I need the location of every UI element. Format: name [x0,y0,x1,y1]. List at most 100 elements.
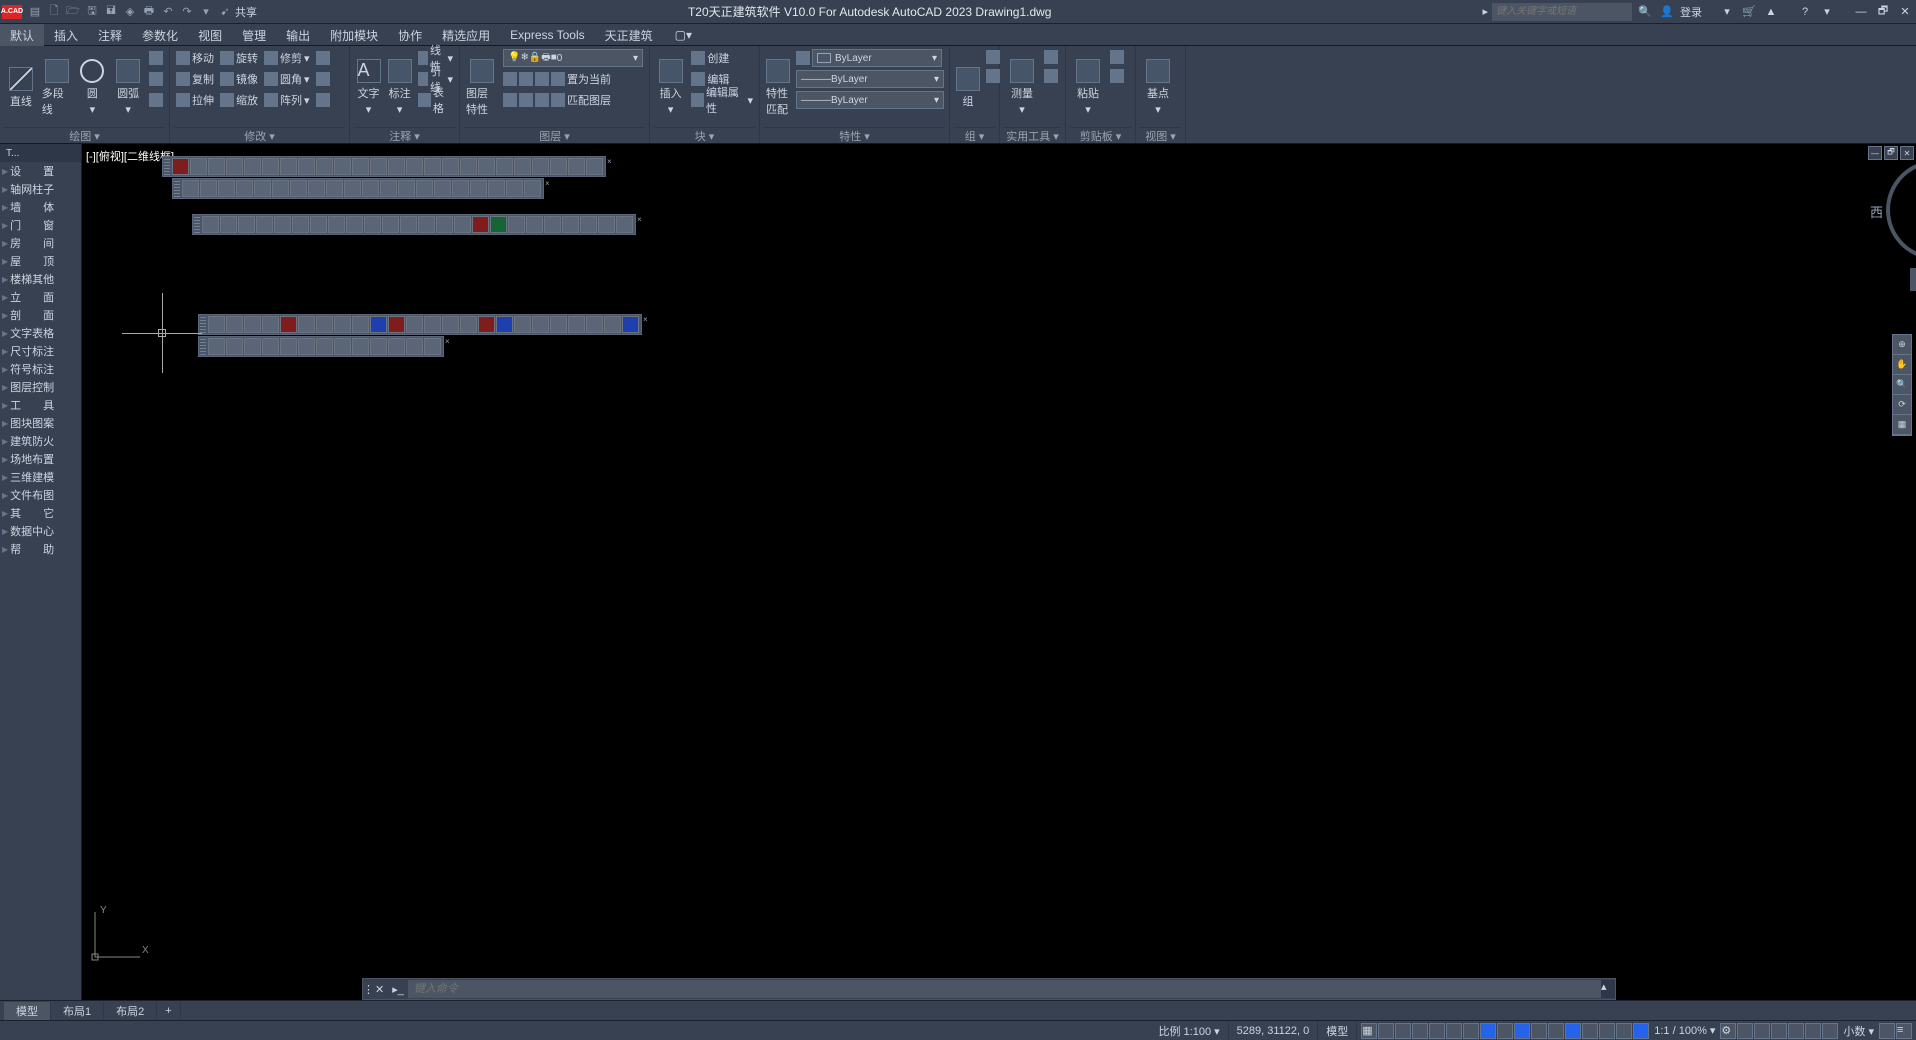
sb-iso2-icon[interactable] [1771,1023,1787,1039]
create-block-button[interactable]: 创建 [689,48,755,68]
login-button[interactable]: 登录 [1680,4,1702,20]
base-button[interactable]: 基点▾ [1140,48,1176,127]
sp-tools[interactable]: ▶工 具 [0,396,81,414]
status-dec[interactable]: 小数 ▾ [1839,1023,1878,1039]
sb-clean-icon[interactable] [1879,1023,1895,1039]
sb-qp-icon[interactable] [1805,1023,1821,1039]
close-icon[interactable]: ✕ [1896,3,1914,21]
sp-door[interactable]: ▶门 窗 [0,216,81,234]
nav-pan-icon[interactable]: ✋ [1893,355,1911,375]
autodesk-icon[interactable]: ▲ [1762,3,1780,21]
cart-icon[interactable]: 🛒 [1740,3,1758,21]
sp-grid[interactable]: ▶轴网柱子 [0,180,81,198]
insert-block-button[interactable]: 插入▾ [654,48,687,127]
table-button[interactable]: 表格 [416,90,455,110]
sp-section[interactable]: ▶剖 面 [0,306,81,324]
cmd-close-icon[interactable]: ✕ [371,983,388,996]
layer-btn-7[interactable] [535,93,549,107]
vp-close-icon[interactable]: ✕ [1900,146,1914,160]
user-icon[interactable]: 👤 [1658,3,1676,21]
qat-dropdown-icon[interactable]: ▾ [197,3,215,21]
tab-annotate[interactable]: 注释 [88,24,132,46]
arc-button[interactable]: 圆弧▾ [111,48,145,127]
share-label[interactable]: 共享 [235,4,257,20]
panel-modify-title[interactable]: 修改 ▾ [174,127,345,143]
qat-saveas-icon[interactable]: 🖬 [102,3,120,21]
fillet-button[interactable]: 圆角▾ [262,69,312,89]
qat-undo-icon[interactable]: ↶ [159,3,177,21]
sb-gizmo-icon[interactable] [1616,1023,1632,1039]
help-dd-icon[interactable]: ▾ [1818,3,1836,21]
text-button[interactable]: A文字▾ [354,48,383,127]
group-extra2[interactable] [986,69,1000,83]
qat-plot-icon[interactable]: 🖶 [140,3,158,21]
minimize-icon[interactable]: — [1852,3,1870,21]
sb-grid-icon[interactable]: ▦ [1361,1023,1377,1039]
restore-icon[interactable]: 🗗 [1874,3,1892,21]
trim-button[interactable]: 修剪▾ [262,48,312,68]
nav-orbit-icon[interactable]: ⟳ [1893,395,1911,415]
qat-new-icon[interactable]: 🗋 [45,3,63,21]
nav-wheel-icon[interactable]: ⊕ [1893,335,1911,355]
sb-lwt-icon[interactable] [1531,1023,1547,1039]
sb-ortho-icon[interactable] [1429,1023,1445,1039]
ribbon-collapse-icon[interactable]: ▢▾ [669,24,698,46]
sb-ducs-icon[interactable] [1582,1023,1598,1039]
mod-extra3[interactable] [314,90,332,110]
status-scale[interactable]: 比例 1:100 ▾ [1150,1021,1228,1040]
sb-snap-icon[interactable] [1378,1023,1394,1039]
sb-3dosnap-icon[interactable] [1497,1023,1513,1039]
vp-minimize-icon[interactable]: — [1868,146,1882,160]
sp-site[interactable]: ▶场地布置 [0,450,81,468]
layer-props-button[interactable]: 图层特性 [464,48,499,127]
cut-icon[interactable] [1110,50,1124,64]
line-button[interactable]: 直线 [4,48,38,127]
panel-props-title[interactable]: 特性 ▾ [764,127,945,143]
sp-room[interactable]: ▶房 间 [0,234,81,252]
panel-draw-title[interactable]: 绘图 ▾ [4,127,165,143]
dim-button[interactable]: 标注▾ [385,48,414,127]
lineweight-dropdown[interactable]: ——— ByLayer▾ [796,70,944,88]
viewport-label[interactable]: [-][俯视][二维线框] [86,148,174,164]
command-line[interactable]: ⋮ ✕ ▸_ ▴ [362,978,1616,1000]
set-current-button[interactable]: 置为当前 [567,71,611,87]
sp-help[interactable]: ▶帮 助 [0,540,81,558]
sp-settings[interactable]: ▶设 置 [0,162,81,180]
layer-btn-2[interactable] [519,72,533,86]
floating-toolbar-3[interactable]: × [192,214,636,235]
sp-roof[interactable]: ▶屋 顶 [0,252,81,270]
vp-restore-icon[interactable]: 🗗 [1884,146,1898,160]
drawing-viewport[interactable]: [-][俯视][二维线框] — 🗗 ✕ × × × × [82,144,1916,1000]
sp-dim[interactable]: ▶尺寸标注 [0,342,81,360]
command-input[interactable] [408,980,1601,998]
panel-annot-title[interactable]: 注释 ▾ [354,127,455,143]
sb-units-icon[interactable] [1788,1023,1804,1039]
layer-btn-3[interactable] [535,72,549,86]
sp-text[interactable]: ▶文字表格 [0,324,81,342]
util-extra2[interactable] [1044,69,1058,83]
help-icon[interactable]: ? [1796,3,1814,21]
sp-3d[interactable]: ▶三维建模 [0,468,81,486]
sb-annoscale-icon[interactable] [1633,1023,1649,1039]
layer-dropdown[interactable]: 💡❄🔒🖶■ 0▾ [503,49,643,67]
sp-wall[interactable]: ▶墙 体 [0,198,81,216]
sp-other[interactable]: ▶其 它 [0,504,81,522]
linetype-dropdown[interactable]: ——— ByLayer▾ [796,91,944,109]
sb-selfilter-icon[interactable] [1599,1023,1615,1039]
sp-layer[interactable]: ▶图层控制 [0,378,81,396]
qat-web-icon[interactable]: ◈ [121,3,139,21]
floating-toolbar-4[interactable]: × [198,314,642,335]
match-props-button[interactable]: 特性匹配 [764,48,792,127]
move-button[interactable]: 移动 [174,48,216,68]
tab-express[interactable]: Express Tools [500,24,594,46]
search-toggle-icon[interactable]: ▸ [1482,5,1488,18]
measure-button[interactable]: 测量▾ [1004,48,1040,127]
sp-symbol[interactable]: ▶符号标注 [0,360,81,378]
floating-toolbar-2[interactable]: × [172,178,544,199]
panel-block-title[interactable]: 块 ▾ [654,127,755,143]
app-icon[interactable]: A.CAD [2,5,22,19]
panel-util-title[interactable]: 实用工具 ▾ [1004,127,1061,143]
floating-toolbar-1[interactable]: × [162,156,606,177]
match-layer-button[interactable]: 匹配图层 [567,92,611,108]
tab-insert[interactable]: 插入 [44,24,88,46]
